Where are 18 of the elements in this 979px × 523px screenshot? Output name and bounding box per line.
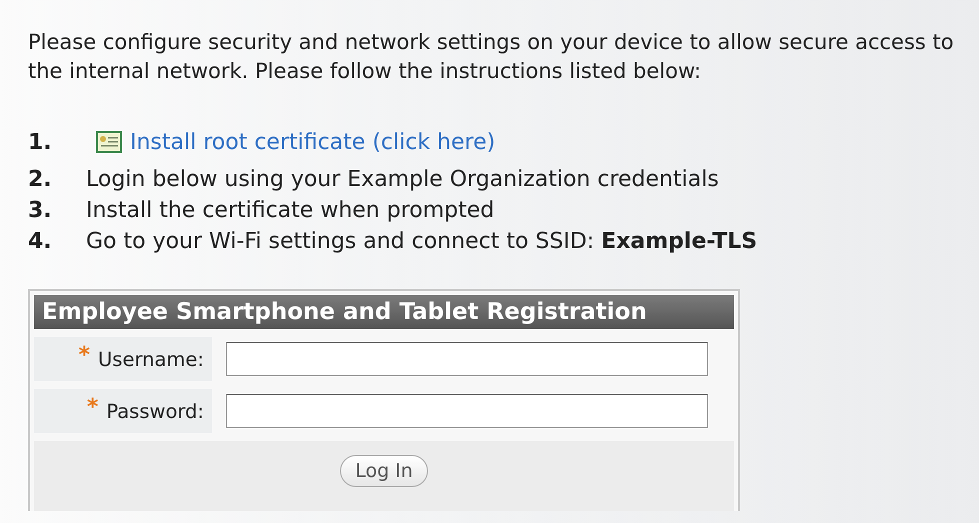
install-certificate-link[interactable]: Install root certificate (click here) (130, 130, 496, 154)
step-text: Go to your Wi-Fi settings and connect to SSID: Example-TLS (86, 229, 758, 254)
step-text: Login below using your Example Organization credentials (86, 167, 719, 192)
field-label: Password: (106, 400, 204, 422)
required-mark: * (78, 343, 90, 368)
form-title: Employee Smartphone and Tablet Registration (34, 295, 734, 329)
step-number: 3. (28, 198, 53, 223)
instructions-text: Please configure security and network settings on your device to allow secure access to the internal network. Please follow the instructions listed below: (28, 29, 955, 85)
input-field[interactable] (226, 342, 708, 376)
certificate-icon (96, 131, 122, 153)
login-button[interactable]: Log In (340, 455, 428, 487)
step-text: Install the certificate when prompted (86, 198, 494, 223)
step-number: 2. (28, 167, 53, 192)
step-number: 1. (28, 130, 53, 154)
required-mark: * (86, 395, 98, 420)
step-number: 4. (28, 229, 53, 254)
input-field[interactable] (226, 394, 708, 428)
field-label: Username: (98, 348, 204, 370)
